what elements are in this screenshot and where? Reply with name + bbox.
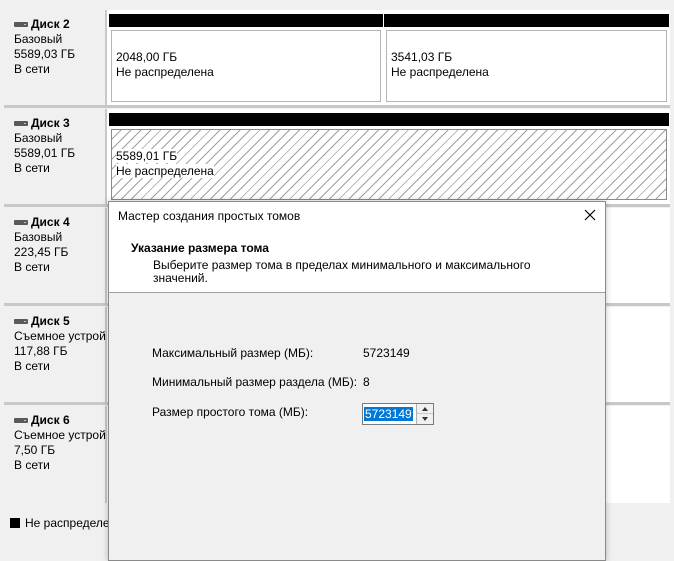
disk-row-3: Диск 3 Базовый 5589,01 ГБ В сети 5589,01…	[4, 109, 670, 204]
partition-size: 2048,00 ГБ	[116, 50, 178, 64]
new-simple-volume-wizard: Мастер создания простых томов Указание р…	[108, 201, 606, 561]
max-size-value: 5723149	[363, 346, 410, 360]
disk-drive-icon	[14, 318, 28, 325]
chevron-up-icon	[422, 407, 428, 411]
wizard-header: Указание размера тома Выберите размер то…	[109, 230, 605, 293]
min-size-value: 8	[363, 375, 370, 389]
disk-drive-icon	[14, 219, 28, 226]
max-size-label: Максимальный размер (МБ):	[152, 346, 314, 360]
volume-size-stepper[interactable]: 5723149	[362, 403, 434, 425]
unallocated-swatch	[10, 518, 20, 528]
disk-size: 117,88 ГБ	[14, 344, 68, 358]
partition[interactable]: 3541,03 ГБ Не распределена	[384, 14, 669, 104]
disk-drive-icon	[14, 120, 28, 127]
min-size-label: Минимальный размер раздела (МБ):	[152, 375, 358, 389]
increment-button[interactable]	[417, 404, 433, 414]
disk-name: Диск 2	[31, 17, 70, 31]
disk-name: Диск 4	[31, 215, 70, 229]
disk-label-4[interactable]: Диск 4 Базовый 223,45 ГБ В сети	[4, 208, 107, 303]
partition-size: 3541,03 ГБ	[391, 50, 453, 64]
disk-size: 5589,01 ГБ	[14, 146, 76, 160]
volume-size-input[interactable]: 5723149	[364, 407, 413, 421]
disk-drive-icon	[14, 21, 28, 28]
legend-unallocated-label: Не распределе	[25, 516, 110, 530]
disk-status: В сети	[14, 161, 50, 175]
disk-type: Базовый	[14, 131, 63, 145]
partition[interactable]: 2048,00 ГБ Не распределена	[109, 14, 383, 104]
disk-name: Диск 6	[31, 413, 70, 427]
disk-size: 223,45 ГБ	[14, 245, 69, 259]
partition-status: Не распределена	[116, 164, 214, 178]
disk-label-5[interactable]: Диск 5 Съемное устрой 117,88 ГБ В сети	[4, 307, 107, 402]
close-icon	[584, 209, 596, 221]
disk-status: В сети	[14, 359, 50, 373]
wizard-heading: Указание размера тома	[131, 241, 269, 255]
chevron-down-icon	[422, 417, 428, 421]
disk-size: 5589,03 ГБ	[14, 47, 76, 61]
disk-label-2[interactable]: Диск 2 Базовый 5589,03 ГБ В сети	[4, 10, 107, 105]
partition-size: 5589,01 ГБ	[116, 149, 178, 163]
partition-bar	[384, 14, 669, 27]
disk-row-2: Диск 2 Базовый 5589,03 ГБ В сети 2048,00…	[4, 10, 670, 105]
disk-type: Базовый	[14, 32, 63, 46]
row-divider	[4, 105, 670, 108]
disk-label-6[interactable]: Диск 6 Съемное устрой 7,50 ГБ В сети	[4, 406, 107, 503]
disk-name: Диск 5	[31, 314, 70, 328]
partition-status: Не распределена	[116, 65, 214, 79]
close-button[interactable]	[575, 202, 605, 230]
disk-drive-icon	[14, 417, 28, 424]
disk-status: В сети	[14, 62, 50, 76]
partition-bar	[109, 14, 383, 27]
disk-status: В сети	[14, 458, 50, 472]
partition-bar	[109, 113, 669, 126]
volume-size-label: Размер простого тома (МБ):	[152, 405, 309, 419]
dialog-title: Мастер создания простых томов	[118, 209, 301, 223]
dialog-titlebar[interactable]: Мастер создания простых томов	[109, 202, 605, 230]
partition-selected[interactable]: 5589,01 ГБ Не распределена	[109, 113, 669, 202]
disk-name: Диск 3	[31, 116, 70, 130]
disk-type: Съемное устрой	[14, 329, 106, 343]
disk-size: 7,50 ГБ	[14, 443, 56, 457]
disk-type: Съемное устрой	[14, 428, 106, 442]
partition-status: Не распределена	[391, 65, 489, 79]
wizard-description: Выберите размер тома в пределах минималь…	[153, 258, 531, 285]
legend: Не распределе	[10, 516, 110, 530]
disk-label-3[interactable]: Диск 3 Базовый 5589,01 ГБ В сети	[4, 109, 107, 204]
disk-status: В сети	[14, 260, 50, 274]
decrement-button[interactable]	[417, 414, 433, 424]
disk-type: Базовый	[14, 230, 63, 244]
